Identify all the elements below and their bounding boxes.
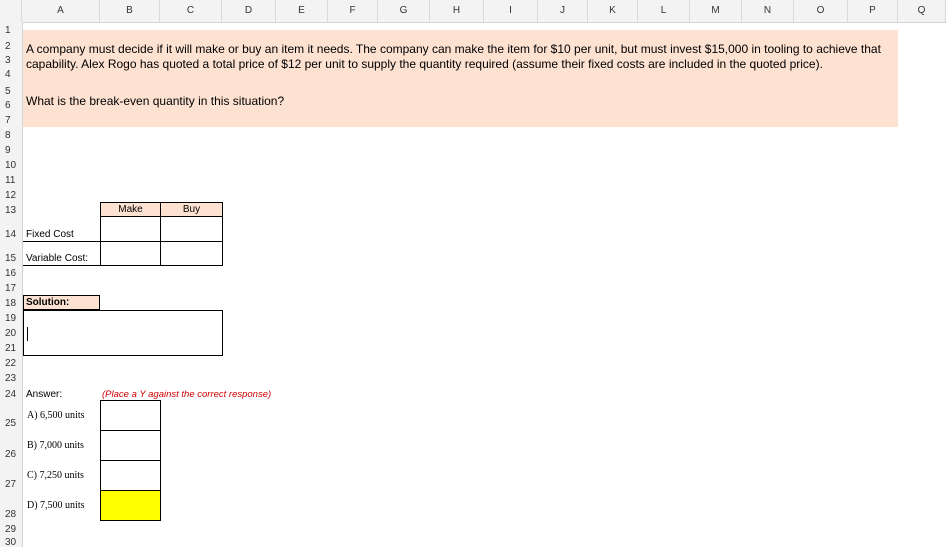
row-header-24[interactable]: 24 xyxy=(0,389,16,400)
row-header-8[interactable]: 8 xyxy=(0,130,11,141)
row-header-21[interactable]: 21 xyxy=(0,343,16,354)
variable-cost-make-cell[interactable] xyxy=(100,241,161,266)
row-header-30[interactable]: 30 xyxy=(0,537,16,548)
col-header-p[interactable]: P xyxy=(848,0,898,22)
variable-cost-buy-cell[interactable] xyxy=(160,241,223,266)
solution-input-box[interactable] xyxy=(23,310,223,356)
option-b-label: B) 7,000 units xyxy=(27,440,84,451)
col-header-n[interactable]: N xyxy=(742,0,794,22)
col-header-c[interactable]: C xyxy=(160,0,222,22)
row-header-10[interactable]: 10 xyxy=(0,160,16,171)
row-header-22[interactable]: 22 xyxy=(0,358,16,369)
row-header-25[interactable]: 25 xyxy=(0,418,16,429)
row-header-2[interactable]: 2 xyxy=(0,41,11,52)
option-d-answer-cell[interactable] xyxy=(100,490,161,521)
col-header-o[interactable]: O xyxy=(794,0,848,22)
col-header-j[interactable]: J xyxy=(538,0,588,22)
row-header-23[interactable]: 23 xyxy=(0,373,16,384)
col-header-g[interactable]: G xyxy=(378,0,430,22)
row-header-4[interactable]: 4 xyxy=(0,69,11,80)
row-header-14[interactable]: 14 xyxy=(0,229,16,240)
row-header-28[interactable]: 28 xyxy=(0,509,16,520)
question-text: What is the break-even quantity in this … xyxy=(26,94,285,108)
row-header-7[interactable]: 7 xyxy=(0,115,11,126)
row-header-13[interactable]: 13 xyxy=(0,205,16,216)
col-header-i[interactable]: I xyxy=(484,0,538,22)
col-header-d[interactable]: D xyxy=(222,0,276,22)
col-header-l[interactable]: L xyxy=(638,0,690,22)
select-all-corner[interactable] xyxy=(0,0,22,22)
row-header-11[interactable]: 11 xyxy=(0,175,15,186)
col-header-h[interactable]: H xyxy=(430,0,484,22)
row-header-26[interactable]: 26 xyxy=(0,449,16,460)
row-header-1[interactable]: 1 xyxy=(0,25,11,36)
make-header-cell[interactable]: Make xyxy=(100,202,161,217)
fixed-cost-buy-cell[interactable] xyxy=(160,216,223,242)
row-header-3[interactable]: 3 xyxy=(0,55,11,66)
answer-label: Answer: xyxy=(26,389,63,400)
col-header-a[interactable]: A xyxy=(22,0,100,22)
col-header-m[interactable]: M xyxy=(690,0,742,22)
variable-cost-label: Variable Cost: xyxy=(26,253,89,264)
row-header-27[interactable]: 27 xyxy=(0,479,16,490)
option-a-answer-cell[interactable] xyxy=(100,400,161,431)
col-header-b[interactable]: B xyxy=(100,0,160,22)
solution-label: Solution: xyxy=(26,297,70,308)
col-header-f[interactable]: F xyxy=(328,0,378,22)
col-header-k[interactable]: K xyxy=(588,0,638,22)
row-header-9[interactable]: 9 xyxy=(0,145,11,156)
problem-text-line-2: capability. Alex Rogo has quoted a total… xyxy=(26,57,823,71)
answer-instruction: (Place a Y against the correct response) xyxy=(102,389,272,400)
row-header-5[interactable]: 5 xyxy=(0,86,11,97)
option-b-answer-cell[interactable] xyxy=(100,430,161,461)
label-divider-line xyxy=(23,241,101,242)
row-header-6[interactable]: 6 xyxy=(0,100,11,111)
option-c-answer-cell[interactable] xyxy=(100,460,161,491)
row-header-17[interactable]: 17 xyxy=(0,283,16,294)
row-header-29[interactable]: 29 xyxy=(0,524,16,535)
col-header-e[interactable]: E xyxy=(276,0,328,22)
buy-header-cell[interactable]: Buy xyxy=(160,202,223,217)
row-header-15[interactable]: 15 xyxy=(0,253,16,264)
row-header-19[interactable]: 19 xyxy=(0,313,16,324)
column-header-bar: A B C D E F G H I J K L M N O P Q xyxy=(0,0,946,23)
col-header-q[interactable]: Q xyxy=(898,0,946,22)
option-c-label: C) 7,250 units xyxy=(27,470,84,481)
text-cursor xyxy=(27,327,28,341)
row-header-16[interactable]: 16 xyxy=(0,268,16,279)
solution-label-cell[interactable]: Solution: xyxy=(23,295,100,310)
row-header-18[interactable]: 18 xyxy=(0,298,16,309)
row-header-12[interactable]: 12 xyxy=(0,190,16,201)
make-header-label: Make xyxy=(118,204,143,215)
label-bottom-line xyxy=(23,265,101,266)
problem-text-line-1: A company must decide if it will make or… xyxy=(26,42,881,56)
option-a-label: A) 6,500 units xyxy=(27,410,85,421)
fixed-cost-make-cell[interactable] xyxy=(100,216,161,242)
option-d-label: D) 7,500 units xyxy=(27,500,85,511)
row-header-20[interactable]: 20 xyxy=(0,328,16,339)
buy-header-label: Buy xyxy=(182,204,201,215)
fixed-cost-label: Fixed Cost xyxy=(26,229,74,240)
